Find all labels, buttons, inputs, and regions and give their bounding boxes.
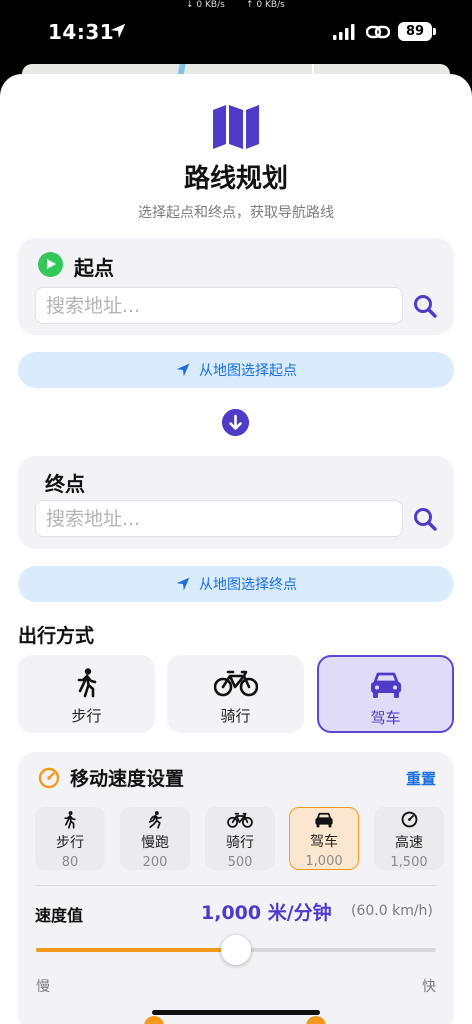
- bottom-indicator-dots: [144, 1016, 326, 1024]
- search-icon[interactable]: [412, 506, 438, 532]
- status-time: 14:31: [48, 20, 115, 44]
- speed-settings-card: 移动速度设置 重置 步行 80 慢跑 200 骑行 500 驾车 1,000 高…: [18, 752, 454, 1024]
- location-arrow-icon: [176, 577, 190, 591]
- status-bar: 14:31 ↓ 0 KB/s ↑ 0 KB/s 89: [0, 0, 472, 64]
- link-icon: [366, 25, 390, 39]
- car-icon: [315, 812, 333, 827]
- speed-preset-jog[interactable]: 慢跑 200: [120, 807, 190, 870]
- speed-value-label: 速度值: [35, 906, 84, 925]
- slider-fast-label: 快: [422, 979, 436, 995]
- signal-icon: [333, 24, 355, 40]
- net-download-speed: ↓ 0 KB/s: [186, 0, 225, 10]
- car-icon: [370, 672, 401, 698]
- travel-mode-bike-label: 骑行: [220, 707, 251, 725]
- start-play-icon: [38, 252, 63, 277]
- speed-value: 1,000 米/分钟: [201, 902, 332, 924]
- speed-preset-car[interactable]: 驾车 1,000: [289, 807, 359, 870]
- travel-mode-title: 出行方式: [18, 625, 95, 647]
- location-arrow-icon: [110, 23, 126, 39]
- travel-mode-car[interactable]: 驾车: [317, 655, 454, 733]
- speed-preset-label: 高速: [395, 835, 423, 851]
- speed-kmh: (60.0 km/h): [351, 903, 433, 919]
- arrow-down-icon[interactable]: [222, 409, 249, 436]
- select-end-on-map-label: 从地图选择终点: [199, 577, 297, 593]
- page-subtitle: 选择起点和终点，获取导航路线: [138, 205, 334, 221]
- travel-mode-car-label: 驾车: [370, 709, 401, 727]
- net-upload-speed: ↑ 0 KB/s: [246, 0, 285, 10]
- speed-preset-value: 80: [61, 855, 79, 870]
- travel-mode-walk-label: 步行: [71, 707, 102, 725]
- speedometer-icon: [401, 811, 417, 828]
- bike-icon: [227, 812, 253, 828]
- end-label: 终点: [45, 472, 85, 496]
- battery-indicator: 89: [398, 22, 436, 41]
- start-label: 起点: [74, 256, 114, 280]
- speed-preset-walk[interactable]: 步行 80: [35, 807, 105, 870]
- start-point-card: 起点: [18, 238, 454, 335]
- speed-preset-value: 200: [142, 855, 168, 870]
- start-search-input[interactable]: [35, 287, 403, 324]
- divider: [35, 885, 437, 886]
- bike-icon: [213, 670, 258, 697]
- reset-button[interactable]: 重置: [406, 768, 436, 789]
- page-title: 路线规划: [183, 164, 288, 194]
- speed-settings-title: 移动速度设置: [70, 768, 185, 790]
- walk-icon: [77, 668, 96, 698]
- end-search-input[interactable]: [35, 500, 403, 537]
- speed-preset-value: 1,500: [390, 855, 428, 870]
- end-point-card: 终点: [18, 456, 454, 549]
- slider-slow-label: 慢: [36, 979, 50, 995]
- speed-slider[interactable]: [36, 935, 436, 965]
- location-arrow-icon: [176, 363, 190, 377]
- travel-mode-walk[interactable]: 步行: [18, 655, 155, 733]
- travel-mode-bike[interactable]: 骑行: [167, 655, 304, 733]
- speed-preset-highway[interactable]: 高速 1,500: [374, 807, 444, 870]
- speed-preset-value: 1,000: [305, 854, 343, 869]
- speed-slider-thumb[interactable]: [221, 935, 251, 965]
- walk-icon: [64, 810, 76, 829]
- run-icon: [148, 810, 162, 829]
- speed-preset-bike[interactable]: 骑行 500: [205, 807, 275, 870]
- speed-preset-label: 慢跑: [141, 835, 169, 851]
- select-start-on-map-button[interactable]: 从地图选择起点: [18, 352, 454, 388]
- map-icon: [213, 105, 259, 149]
- speed-preset-value: 500: [227, 855, 253, 870]
- search-icon[interactable]: [412, 293, 438, 319]
- home-indicator: [152, 1010, 320, 1015]
- select-end-on-map-button[interactable]: 从地图选择终点: [18, 566, 454, 602]
- speed-preset-label: 驾车: [310, 834, 338, 850]
- select-start-on-map-label: 从地图选择起点: [199, 363, 297, 379]
- speed-preset-label: 骑行: [226, 835, 254, 851]
- speed-slider-fill: [36, 948, 236, 952]
- speed-preset-label: 步行: [56, 835, 84, 851]
- speedometer-icon: [38, 767, 60, 789]
